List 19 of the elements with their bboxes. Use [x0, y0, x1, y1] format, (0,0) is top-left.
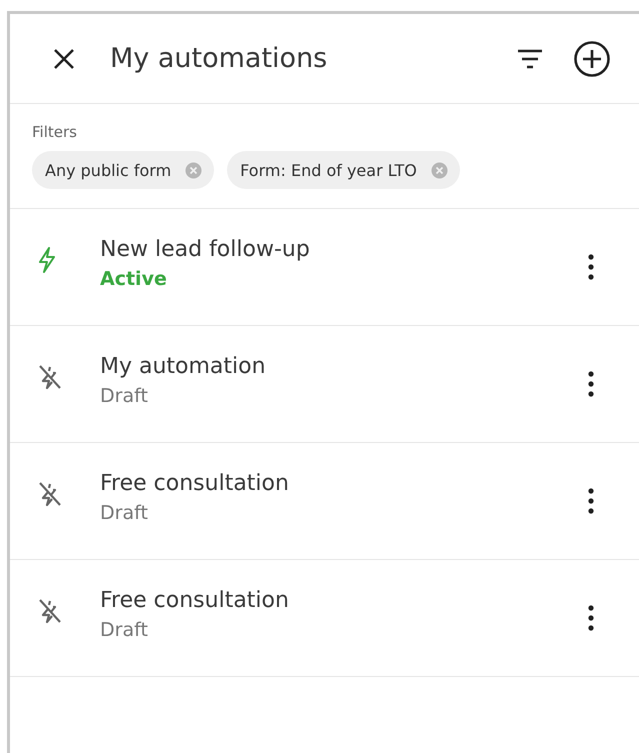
filter-icon[interactable]: [517, 48, 543, 70]
status-label: Draft: [100, 384, 149, 406]
filter-chip[interactable]: Form: End of year LTO: [227, 151, 460, 189]
add-icon[interactable]: [573, 40, 611, 78]
status-label: Draft: [100, 502, 149, 524]
lightning-off-icon: [37, 480, 63, 508]
filters-label: Filters: [32, 123, 77, 141]
automation-name: My automation: [100, 354, 267, 378]
automation-name: Free consultation: [100, 588, 290, 612]
filter-chip[interactable]: Any public form: [32, 151, 214, 189]
status-label: Active: [100, 268, 168, 290]
automation-name: Free consultation: [100, 470, 290, 496]
automation-name: New lead follow-up: [100, 236, 311, 262]
panel-title: My automations: [110, 43, 328, 74]
lightning-icon: [37, 246, 57, 274]
close-icon[interactable]: [52, 46, 76, 70]
lightning-off-icon: [37, 363, 63, 391]
status-label: Draft: [100, 618, 149, 640]
lightning-off-icon: [37, 597, 63, 625]
